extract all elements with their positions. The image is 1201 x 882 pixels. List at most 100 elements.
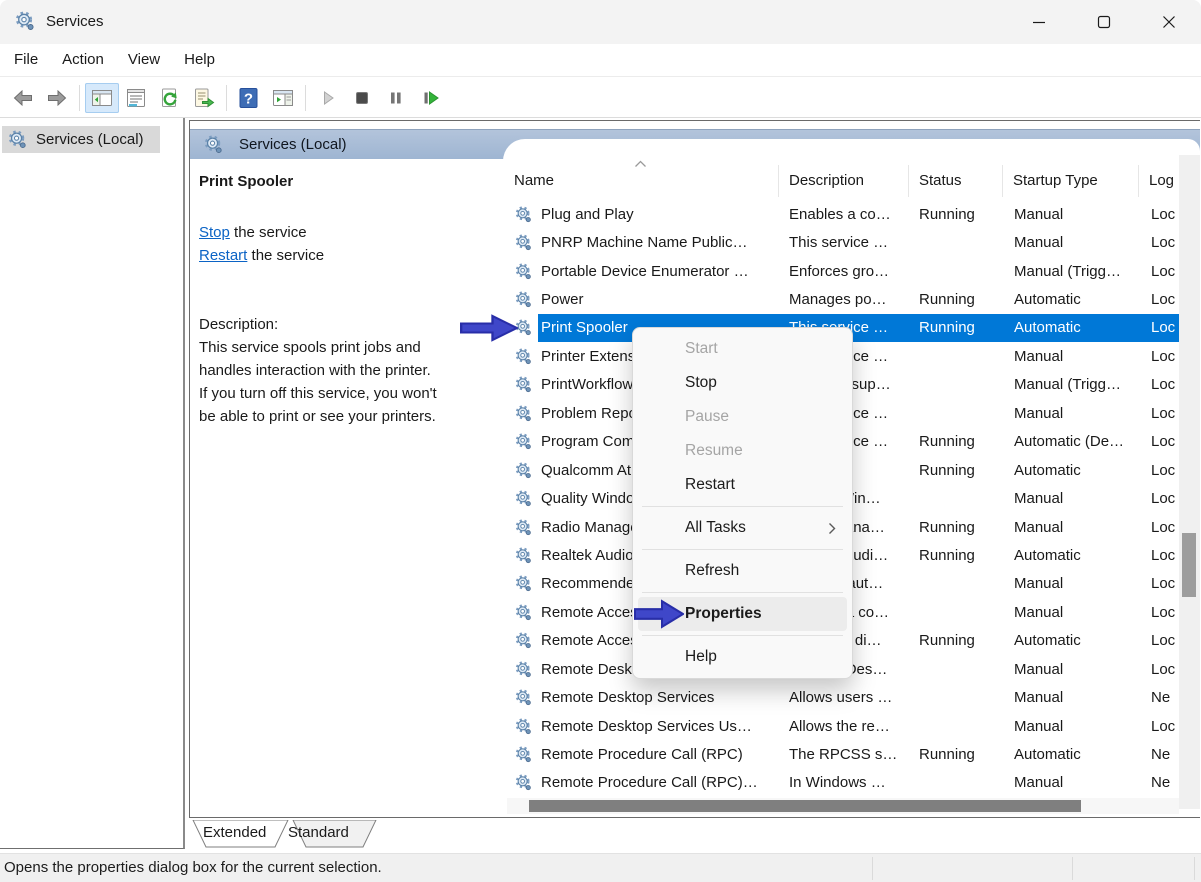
service-row[interactable]: Remote Procedure Call (RPC)The RPCSS s…R… bbox=[503, 740, 1181, 768]
restart-service-link[interactable]: Restart bbox=[199, 247, 247, 264]
service-row[interactable]: PowerManages po…RunningAutomaticLoc bbox=[503, 285, 1181, 313]
tree-item-services-local[interactable]: Services (Local) bbox=[2, 126, 160, 153]
service-startup-cell: Manual bbox=[1003, 206, 1139, 223]
service-startup-cell: Automatic bbox=[1003, 746, 1139, 763]
service-status-cell: Running bbox=[909, 319, 1003, 336]
service-logon-cell: Ne bbox=[1139, 689, 1181, 706]
services-node-icon bbox=[8, 130, 27, 149]
vertical-scrollbar-thumb[interactable] bbox=[1182, 533, 1196, 597]
service-description-cell: Allows the re… bbox=[779, 718, 909, 735]
show-console-tree-button[interactable] bbox=[85, 83, 119, 113]
tab-extended[interactable]: Extended bbox=[203, 824, 266, 841]
start-service-button[interactable] bbox=[311, 83, 345, 113]
service-startup-cell: Manual bbox=[1003, 774, 1139, 791]
service-logon-cell: Loc bbox=[1139, 206, 1181, 223]
properties-button[interactable] bbox=[119, 83, 153, 113]
service-startup-cell: Automatic bbox=[1003, 291, 1139, 308]
context-menu-item-resume: Resume bbox=[633, 434, 852, 468]
column-header-description[interactable]: Description bbox=[779, 165, 909, 197]
service-logon-cell: Loc bbox=[1139, 405, 1181, 422]
close-button[interactable] bbox=[1136, 0, 1201, 44]
service-row[interactable]: Plug and PlayEnables a co…RunningManualL… bbox=[503, 200, 1181, 228]
back-button[interactable] bbox=[6, 83, 40, 113]
service-description-cell: In Windows … bbox=[779, 774, 909, 791]
context-menu-item-all-tasks[interactable]: All Tasks bbox=[633, 511, 852, 545]
service-logon-cell: Loc bbox=[1139, 718, 1181, 735]
service-startup-cell: Automatic bbox=[1003, 462, 1139, 479]
service-logon-cell: Loc bbox=[1139, 632, 1181, 649]
context-menu-item-pause: Pause bbox=[633, 400, 852, 434]
forward-button[interactable] bbox=[40, 83, 74, 113]
menu-file[interactable]: File bbox=[2, 44, 50, 76]
stop-suffix: the service bbox=[230, 224, 307, 241]
maximize-button[interactable] bbox=[1071, 0, 1136, 44]
menu-help[interactable]: Help bbox=[172, 44, 227, 76]
pause-service-button[interactable] bbox=[379, 83, 413, 113]
show-action-pane-button[interactable] bbox=[266, 83, 300, 113]
description-line: If you turn off this service, you won't bbox=[199, 382, 509, 405]
service-status-cell: Running bbox=[909, 206, 1003, 223]
menu-bar: FileActionViewHelp bbox=[0, 44, 1201, 77]
column-header-log[interactable]: Log bbox=[1139, 165, 1181, 197]
service-row[interactable]: Remote Procedure Call (RPC)…In Windows …… bbox=[503, 769, 1181, 797]
toolbar-separator bbox=[226, 85, 227, 111]
column-header-name[interactable]: Name bbox=[503, 165, 779, 197]
minimize-icon bbox=[1032, 15, 1046, 29]
column-header-status[interactable]: Status bbox=[909, 165, 1003, 197]
service-startup-cell: Manual bbox=[1003, 234, 1139, 251]
service-name-cell: Portable Device Enumerator … bbox=[503, 263, 779, 280]
restart-service-button[interactable] bbox=[413, 83, 447, 113]
arrow-at-print-spooler-row-icon bbox=[460, 313, 518, 343]
window-title: Services bbox=[46, 13, 104, 30]
toolbar-separator bbox=[305, 85, 306, 111]
service-row[interactable]: Portable Device Enumerator …Enforces gro… bbox=[503, 257, 1181, 285]
vertical-scrollbar[interactable] bbox=[1179, 155, 1200, 809]
start-service-icon bbox=[316, 86, 340, 110]
service-startup-cell: Manual bbox=[1003, 604, 1139, 621]
service-startup-cell: Automatic bbox=[1003, 547, 1139, 564]
gear-icon bbox=[515, 547, 532, 564]
gear-icon bbox=[515, 263, 532, 280]
context-menu-item-restart[interactable]: Restart bbox=[633, 468, 852, 502]
gear-icon bbox=[515, 746, 532, 763]
export-list-button[interactable] bbox=[187, 83, 221, 113]
service-description-cell: This service … bbox=[779, 234, 909, 251]
context-menu-item-help[interactable]: Help bbox=[633, 640, 852, 674]
context-menu-item-refresh[interactable]: Refresh bbox=[633, 554, 852, 588]
service-logon-cell: Ne bbox=[1139, 746, 1181, 763]
column-header-startup-type[interactable]: Startup Type bbox=[1003, 165, 1139, 197]
service-status-cell: Running bbox=[909, 462, 1003, 479]
menu-separator bbox=[642, 506, 843, 507]
status-bar: Opens the properties dialog box for the … bbox=[0, 853, 1201, 882]
toolbar-separator bbox=[79, 85, 80, 111]
stop-service-button[interactable] bbox=[345, 83, 379, 113]
minimize-button[interactable] bbox=[1006, 0, 1071, 44]
tab-standard[interactable]: Standard bbox=[288, 824, 349, 841]
stop-service-link[interactable]: Stop bbox=[199, 224, 230, 241]
menu-action[interactable]: Action bbox=[50, 44, 116, 76]
context-menu-item-stop[interactable]: Stop bbox=[633, 366, 852, 400]
menu-view[interactable]: View bbox=[116, 44, 172, 76]
gear-icon bbox=[15, 11, 35, 31]
restart-service-line: Restart the service bbox=[199, 244, 324, 267]
services-app-icon bbox=[15, 11, 35, 36]
gear-icon bbox=[515, 490, 532, 507]
gear-icon bbox=[515, 774, 532, 791]
help-button[interactable]: ? bbox=[232, 83, 266, 113]
gear-icon bbox=[8, 130, 27, 149]
service-logon-cell: Loc bbox=[1139, 433, 1181, 450]
service-logon-cell: Loc bbox=[1139, 291, 1181, 308]
service-row[interactable]: Remote Desktop ServicesAllows users …Man… bbox=[503, 683, 1181, 711]
service-logon-cell: Loc bbox=[1139, 547, 1181, 564]
refresh-button[interactable] bbox=[153, 83, 187, 113]
horizontal-scrollbar-thumb[interactable] bbox=[529, 800, 1081, 812]
horizontal-scrollbar[interactable] bbox=[507, 798, 1179, 814]
service-row[interactable]: PNRP Machine Name Public…This service …M… bbox=[503, 228, 1181, 256]
service-row[interactable]: Remote Desktop Services Us…Allows the re… bbox=[503, 712, 1181, 740]
service-startup-cell: Manual bbox=[1003, 661, 1139, 678]
gear-icon bbox=[515, 604, 532, 621]
title-bar: Services bbox=[0, 0, 1201, 44]
gear-icon bbox=[204, 135, 223, 154]
service-status-cell: Running bbox=[909, 433, 1003, 450]
service-startup-cell: Manual bbox=[1003, 405, 1139, 422]
